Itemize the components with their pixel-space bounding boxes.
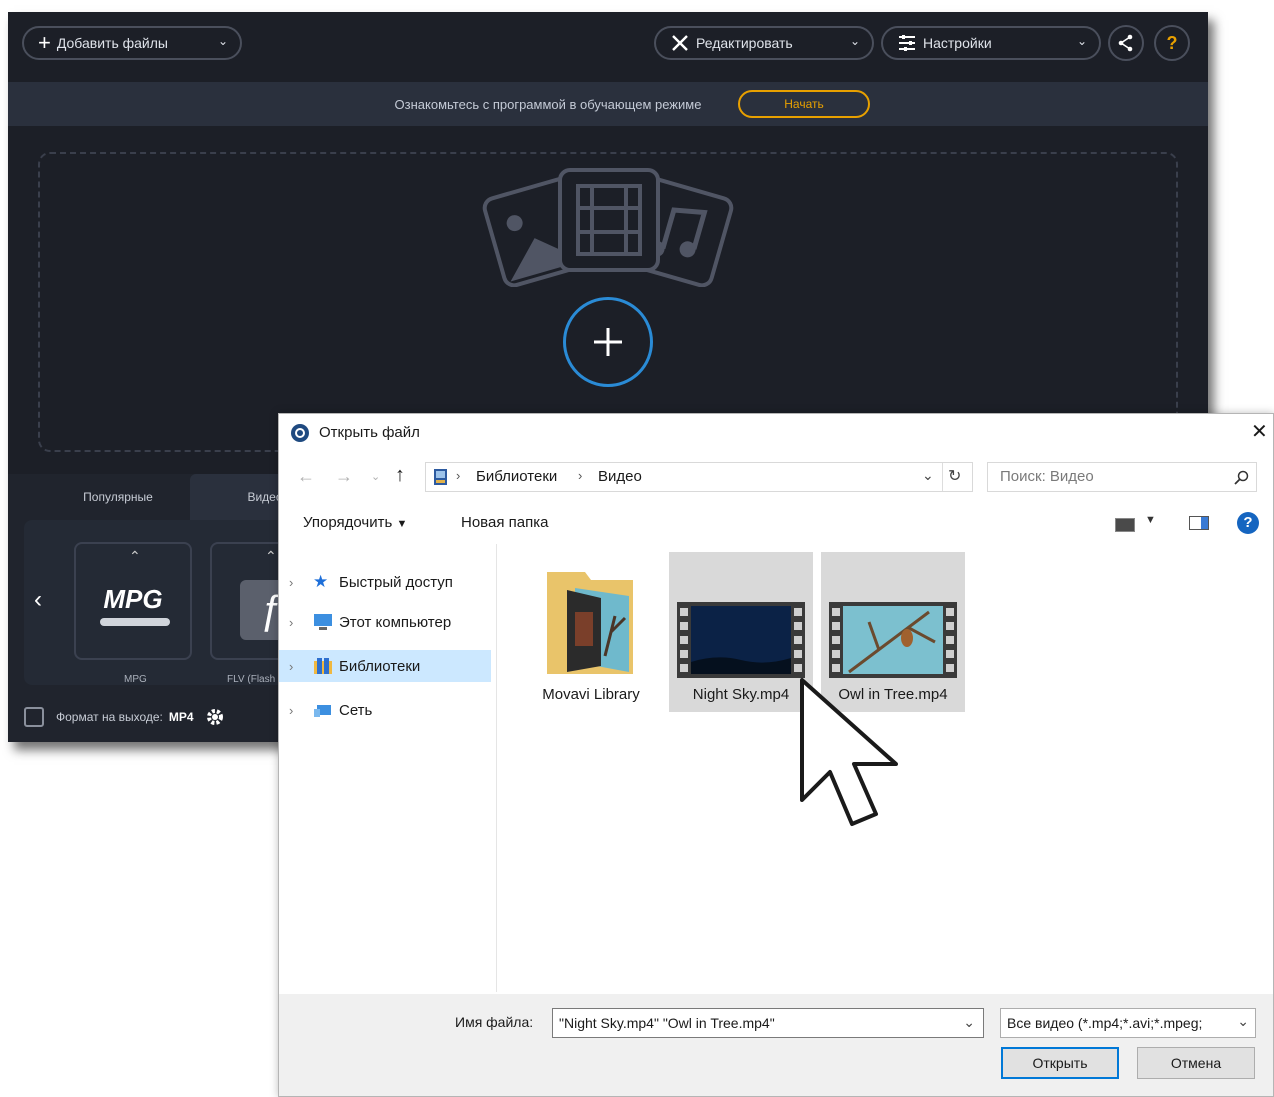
mpg-logo-bar xyxy=(100,618,170,626)
start-tutorial-button[interactable]: Начать xyxy=(738,90,870,118)
expand-chevron-icon[interactable]: › xyxy=(289,659,293,674)
banner-text: Ознакомьтесь с программой в обучающем ре… xyxy=(394,96,702,112)
question-icon: ? xyxy=(1166,32,1178,53)
filename-dropdown-icon[interactable]: ⌄ xyxy=(963,1014,975,1031)
forward-arrow-icon[interactable]: → xyxy=(335,466,353,487)
organize-dropdown-icon: ▼ xyxy=(396,518,408,530)
settings-button[interactable]: Настройки ⌄ xyxy=(881,26,1101,60)
plus-icon: + xyxy=(38,30,51,55)
mouse-pointer-icon xyxy=(800,678,898,826)
video-thumbnail-icon xyxy=(677,602,805,678)
settings-sliders-icon xyxy=(899,35,915,51)
chevron-up-icon: ⌃ xyxy=(129,548,141,564)
dialog-title: Открыть файл xyxy=(319,424,420,441)
share-icon xyxy=(1118,34,1133,52)
breadcrumb-video[interactable]: Видео xyxy=(598,468,642,485)
new-folder-button[interactable]: Новая папка xyxy=(461,514,548,531)
address-dropdown-icon[interactable]: ⌄ xyxy=(922,467,934,484)
filename-label: Имя файла: xyxy=(455,1014,534,1030)
breadcrumb-separator: › xyxy=(456,468,461,483)
tab-popular[interactable]: Популярные xyxy=(54,474,182,520)
carousel-prev-icon[interactable]: ‹ xyxy=(34,586,42,614)
open-button[interactable]: Открыть xyxy=(1001,1047,1119,1079)
chevron-down-icon: ⌄ xyxy=(849,34,860,48)
chevron-up-icon: ⌃ xyxy=(265,548,277,564)
expand-chevron-icon[interactable]: › xyxy=(289,703,293,718)
expand-chevron-icon[interactable]: › xyxy=(289,615,293,630)
open-file-dialog: Открыть файл ✕ ← → ⌄ ↑ › Библиотеки › Ви… xyxy=(278,413,1274,1097)
chevron-down-icon: ⌄ xyxy=(1076,34,1087,48)
output-format-value: MP4 xyxy=(168,710,194,724)
network-icon xyxy=(314,705,331,717)
address-divider xyxy=(942,463,943,491)
tutorial-banner: Ознакомьтесь с программой в обучающем ре… xyxy=(8,82,1208,126)
output-format-label: Формат на выходе: xyxy=(56,710,163,724)
search-input[interactable]: Поиск: Видео xyxy=(987,462,1257,492)
libraries-icon xyxy=(434,469,447,485)
breadcrumb-libraries[interactable]: Библиотеки xyxy=(476,468,557,485)
computer-icon xyxy=(314,614,332,630)
organize-label: Упорядочить xyxy=(303,514,393,531)
filetype-value: Все видео (*.mp4;*.avi;*.mpeg; xyxy=(1007,1015,1203,1031)
plus-icon xyxy=(594,328,622,356)
settings-label: Настройки xyxy=(923,35,992,51)
preview-pane-icon[interactable] xyxy=(1189,516,1209,530)
edit-label: Редактировать xyxy=(696,35,793,51)
output-format-icon xyxy=(24,707,44,727)
help-button[interactable]: ? xyxy=(1154,25,1190,61)
output-format-row: Формат на выходе: MP4 xyxy=(24,702,226,732)
view-mode-icon[interactable] xyxy=(1115,518,1135,532)
nav-item-this-pc[interactable]: › Этот компьютер xyxy=(279,606,491,638)
tools-icon xyxy=(672,35,688,51)
edit-button[interactable]: Редактировать ⌄ xyxy=(654,26,874,60)
format-card-mpg[interactable]: ⌃ MPG xyxy=(74,542,192,660)
movavi-app-icon xyxy=(291,424,309,442)
nav-label: Этот компьютер xyxy=(339,613,452,631)
filetype-select[interactable]: Все видео (*.mp4;*.avi;*.mpeg; ⌄ xyxy=(1000,1008,1256,1038)
folder-icon xyxy=(547,572,633,674)
add-files-button[interactable]: + Добавить файлы ⌄ xyxy=(22,26,242,60)
search-icon xyxy=(1234,470,1249,485)
file-name: Movavi Library xyxy=(542,686,640,703)
filename-input[interactable]: "Night Sky.mp4" "Owl in Tree.mp4" ⌄ xyxy=(552,1008,984,1038)
close-icon[interactable]: ✕ xyxy=(1251,419,1268,444)
filename-value: "Night Sky.mp4" "Owl in Tree.mp4" xyxy=(559,1015,775,1031)
media-files-icon xyxy=(482,168,734,287)
view-dropdown-icon[interactable]: ▼ xyxy=(1145,514,1156,526)
gear-icon[interactable] xyxy=(204,706,226,728)
add-media-button[interactable] xyxy=(563,297,653,387)
nav-item-quick-access[interactable]: › ★ Быстрый доступ xyxy=(279,566,491,598)
mpg-logo: MPG xyxy=(103,584,163,614)
address-bar[interactable]: › Библиотеки › Видео ⌄ ↻ xyxy=(425,462,973,492)
up-arrow-icon[interactable]: ↑ xyxy=(395,464,405,487)
dialog-footer: Имя файла: "Night Sky.mp4" "Owl in Tree.… xyxy=(279,994,1273,1096)
nav-item-network[interactable]: › Сеть xyxy=(279,694,491,726)
expand-chevron-icon[interactable]: › xyxy=(289,575,293,590)
share-button[interactable] xyxy=(1108,25,1144,61)
nav-item-libraries[interactable]: › Библиотеки xyxy=(279,650,491,682)
star-icon: ★ xyxy=(313,572,329,591)
refresh-icon[interactable]: ↻ xyxy=(948,466,961,486)
video-thumbnail-icon xyxy=(829,602,957,678)
chevron-down-icon: ⌄ xyxy=(217,34,228,48)
format-caption-flv: FLV (Flash xyxy=(227,674,276,685)
nav-label: Библиотеки xyxy=(339,657,421,675)
search-placeholder: Поиск: Видео xyxy=(1000,468,1094,485)
breadcrumb-separator: › xyxy=(578,468,583,483)
nav-label: Быстрый доступ xyxy=(339,573,453,591)
file-item-movavi-library[interactable]: Movavi Library xyxy=(519,552,663,712)
navigation-pane: › ★ Быстрый доступ › Этот компьютер › Би… xyxy=(279,544,497,992)
libraries-icon xyxy=(314,658,332,674)
help-icon[interactable]: ? xyxy=(1237,512,1259,534)
nav-label: Сеть xyxy=(339,701,373,719)
recent-chevron-icon[interactable]: ⌄ xyxy=(371,470,380,483)
format-caption-mpg: MPG xyxy=(124,674,147,685)
back-arrow-icon[interactable]: ← xyxy=(297,466,315,487)
organize-button[interactable]: Упорядочить ▼ xyxy=(303,514,407,531)
add-files-label: Добавить файлы xyxy=(56,35,168,51)
cancel-button[interactable]: Отмена xyxy=(1137,1047,1255,1079)
filetype-dropdown-icon: ⌄ xyxy=(1233,1013,1249,1030)
